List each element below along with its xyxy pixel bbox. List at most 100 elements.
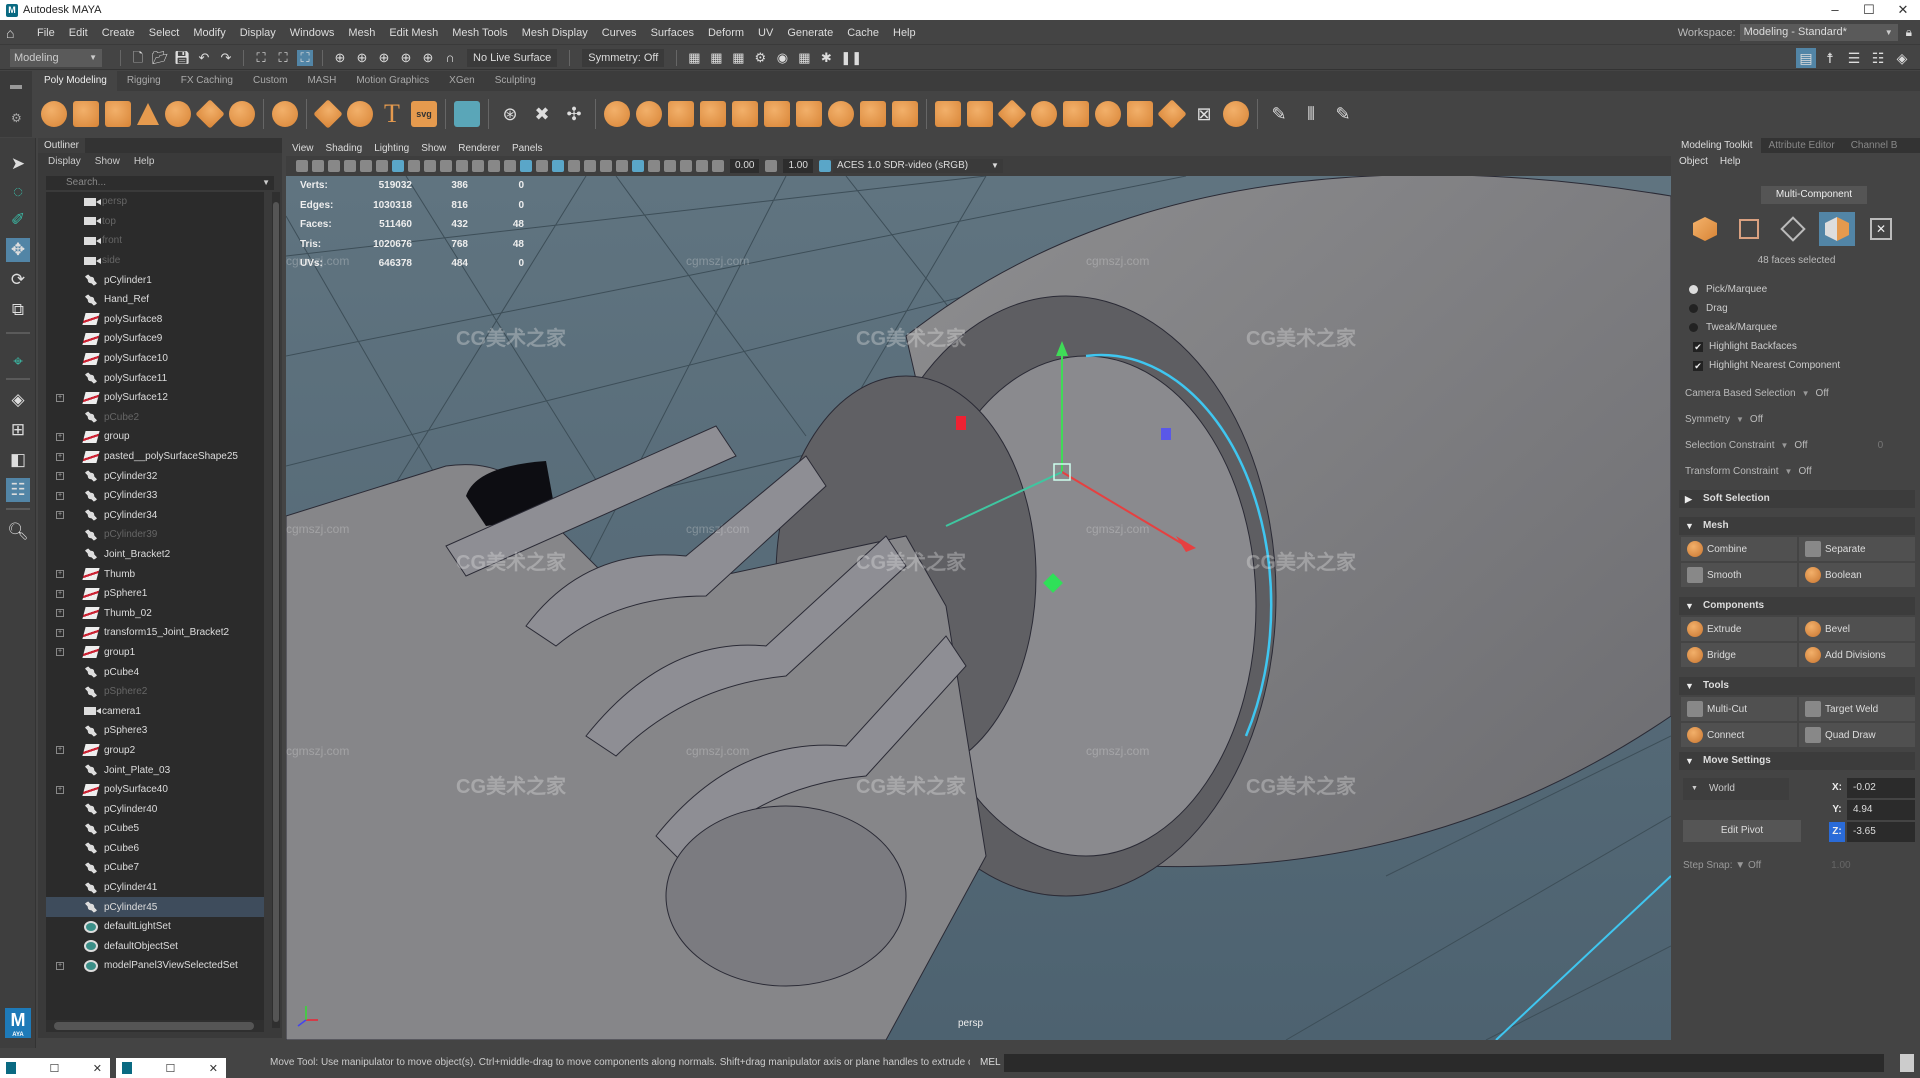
bridge-button[interactable]: Bridge	[1681, 643, 1797, 667]
shelf-tab-fx-caching[interactable]: FX Caching	[171, 71, 243, 91]
render-frame-icon[interactable]: ▦	[686, 50, 702, 66]
expand-toggle-icon[interactable]: +	[56, 609, 64, 618]
isolate-select-icon[interactable]	[648, 160, 660, 172]
taskbar-window[interactable]: ☐ ✕	[0, 1058, 110, 1078]
toolkit-menu-help[interactable]: Help	[1720, 156, 1741, 167]
outliner-vertical-scrollbar[interactable]	[272, 192, 280, 1028]
attribute-editor-toggle-icon[interactable]: ☰	[1844, 48, 1864, 68]
hypershade-icon[interactable]: ◉	[774, 50, 790, 66]
mirror-icon[interactable]	[604, 101, 630, 127]
soft-selection-section[interactable]: Soft Selection	[1679, 490, 1915, 508]
outliner-item[interactable]: Joint_Plate_03	[46, 760, 264, 780]
paint-select-tool-icon[interactable]: ✐	[6, 208, 30, 232]
outliner-item[interactable]: side	[46, 251, 264, 271]
menu-mesh-display[interactable]: Mesh Display	[515, 27, 595, 39]
render-settings-icon[interactable]: ⚙	[752, 50, 768, 66]
shelf-tab-poly-modeling[interactable]: Poly Modeling	[34, 71, 117, 91]
outliner-item[interactable]: pCube5	[46, 819, 264, 839]
chip-off-icon[interactable]	[1157, 99, 1187, 129]
taskbar-window[interactable]: ☐ ✕	[116, 1058, 226, 1078]
outliner-item[interactable]: + group	[46, 427, 264, 447]
step-snap-dropdown[interactable]: Step Snap: ▼ Off 1.00	[1683, 860, 1851, 871]
circularize-icon[interactable]	[1223, 101, 1249, 127]
reduce-icon[interactable]	[796, 101, 822, 127]
menu-generate[interactable]: Generate	[780, 27, 840, 39]
shadows-icon[interactable]	[600, 160, 612, 172]
color-space-dropdown[interactable]: ACES 1.0 SDR-video (sRGB)	[832, 159, 1003, 173]
command-line-input[interactable]	[1004, 1054, 1884, 1072]
outliner-item[interactable]: polySurface11	[46, 368, 264, 388]
outliner-item[interactable]: + group2	[46, 741, 264, 761]
outliner-item[interactable]: pSphere2	[46, 682, 264, 702]
save-scene-icon[interactable]: 💾︎	[174, 50, 191, 66]
camera-attributes-icon[interactable]	[312, 160, 324, 172]
highlight-backfaces-checkbox[interactable]: ✔ Highlight Backfaces	[1693, 341, 1797, 352]
multi-component-button[interactable]	[1819, 212, 1855, 246]
bookmarks-icon[interactable]	[328, 160, 340, 172]
menu-mesh[interactable]: Mesh	[341, 27, 382, 39]
remesh-icon[interactable]	[828, 101, 854, 127]
menu-deform[interactable]: Deform	[701, 27, 751, 39]
extract-icon[interactable]	[732, 101, 758, 127]
ipr-render-icon[interactable]: ▦	[730, 50, 746, 66]
maximize-button[interactable]: ☐	[1852, 0, 1886, 20]
snap-view-plane-icon[interactable]: ⊕	[398, 50, 414, 66]
xray-icon[interactable]	[664, 160, 676, 172]
shelf-tab-motion-graphics[interactable]: Motion Graphics	[346, 71, 439, 91]
move-space-dropdown[interactable]: World	[1683, 778, 1789, 800]
outliner-layout-icon[interactable]: ☷	[6, 478, 30, 502]
menu-set-dropdown[interactable]: Modeling	[10, 48, 102, 67]
quad-draw-icon[interactable]: ✎	[1330, 101, 1356, 127]
shelf-tab-sculpting[interactable]: Sculpting	[485, 71, 546, 91]
pause-icon[interactable]: ❚❚	[840, 50, 862, 66]
render-current-icon[interactable]: ▦	[708, 50, 724, 66]
boolean-icon[interactable]	[636, 101, 662, 127]
z-field[interactable]: -3.65	[1847, 822, 1915, 842]
outliner-item[interactable]: pCylinder41	[46, 878, 264, 898]
menu-display[interactable]: Display	[233, 27, 283, 39]
outliner-item[interactable]: camera1	[46, 701, 264, 721]
gamma-icon[interactable]	[765, 160, 778, 172]
command-language-toggle[interactable]: MEL	[980, 1057, 1001, 1068]
outliner-item[interactable]: pCube6	[46, 839, 264, 859]
smooth-icon[interactable]	[764, 101, 790, 127]
select-object-icon[interactable]: ⛶	[275, 50, 291, 66]
menu-cache[interactable]: Cache	[840, 27, 886, 39]
shelf-tab-mash[interactable]: MASH	[297, 71, 346, 91]
shelf-tab-custom[interactable]: Custom	[243, 71, 297, 91]
outliner-item[interactable]: front	[46, 231, 264, 251]
xray-active-icon[interactable]	[680, 160, 692, 172]
outliner-item[interactable]: Joint_Bracket2	[46, 545, 264, 565]
symmetry-dropdown[interactable]: Symmetry ▼ Off	[1685, 414, 1763, 425]
wedge-icon[interactable]	[1095, 101, 1121, 127]
connect-button[interactable]: Connect	[1681, 723, 1797, 747]
shelf-tab-toggle[interactable]	[10, 85, 22, 89]
exposure-icon[interactable]	[712, 160, 724, 172]
snap-live-icon[interactable]: ⊕	[420, 50, 436, 66]
minimize-button[interactable]: –	[1818, 0, 1852, 20]
freeze-transform-icon[interactable]: ✣	[561, 101, 587, 127]
move-settings-section[interactable]: Move Settings	[1679, 752, 1915, 770]
quad-draw-button[interactable]: Quad Draw	[1799, 723, 1915, 747]
menu-edit-mesh[interactable]: Edit Mesh	[382, 27, 445, 39]
close-button[interactable]: ✕	[1886, 0, 1920, 20]
character-controls-icon[interactable]: ☨	[1820, 48, 1840, 68]
four-view-layout-icon[interactable]: ⊞	[6, 418, 30, 442]
modeling-toolkit-toggle-icon[interactable]: ▤	[1796, 48, 1816, 68]
outliner-item[interactable]: + pSphere1	[46, 584, 264, 604]
snap-grid-icon[interactable]: ⊕	[332, 50, 348, 66]
expand-toggle-icon[interactable]: +	[56, 628, 64, 637]
outliner-item[interactable]: pCylinder1	[46, 270, 264, 290]
outliner-horizontal-scrollbar[interactable]	[46, 1020, 264, 1032]
exposure-field[interactable]: 0.00	[730, 159, 760, 173]
outliner-item[interactable]: Hand_Ref	[46, 290, 264, 310]
highlight-nearest-checkbox[interactable]: ✔ Highlight Nearest Component	[1693, 360, 1840, 371]
camera-based-selection-dropdown[interactable]: Camera Based Selection ▼ Off	[1685, 388, 1829, 399]
outliner-item[interactable]: + Thumb_02	[46, 603, 264, 623]
separate-button[interactable]: Separate	[1799, 537, 1915, 561]
xray-joints-icon[interactable]	[696, 160, 708, 172]
redo-icon[interactable]: ↷	[218, 50, 234, 66]
select-component-icon[interactable]: ⛶	[297, 49, 313, 66]
symmetry-field[interactable]: Symmetry: Off	[582, 48, 665, 67]
safe-action-icon[interactable]	[472, 160, 484, 172]
